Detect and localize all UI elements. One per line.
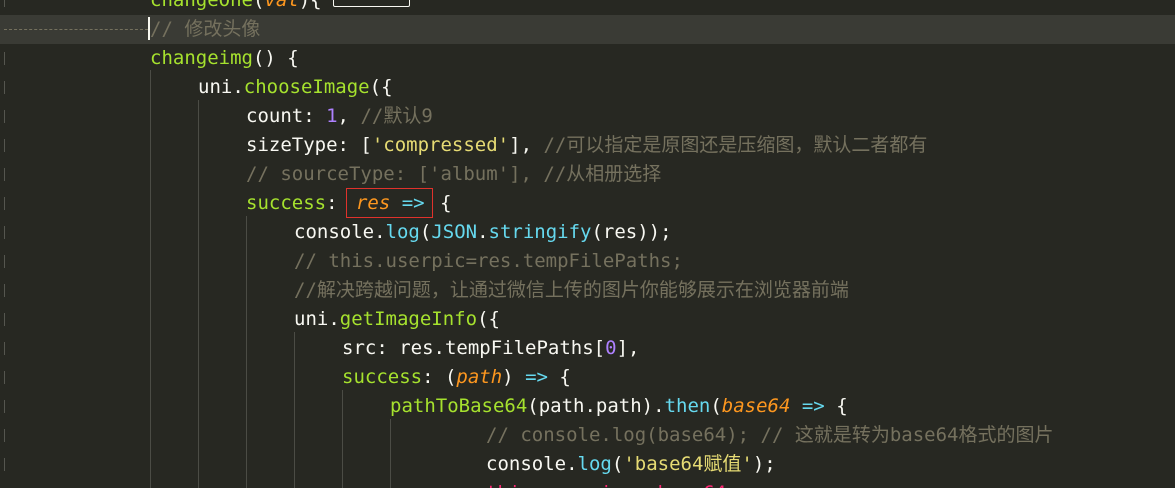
gutter-marker: [4, 0, 5, 7]
line-content: src: res.tempFilePaths[0],: [342, 337, 640, 359]
gutter-marker: [4, 371, 5, 384]
line-content: pathToBase64(path.path).then(base64 => {: [390, 395, 848, 417]
code-line[interactable]: // this.userpic=res.tempFilePaths;: [0, 247, 1175, 276]
code-line[interactable]: this.userpic = base64;: [0, 479, 1175, 488]
code-line[interactable]: uni.getImageInfo({: [0, 305, 1175, 334]
fold-indicator-line: [4, 29, 148, 31]
comment-text: // console.log(base64); // 这就是转为base64格式…: [486, 424, 1054, 446]
code-line[interactable]: count: 1, //默认9: [0, 102, 1175, 131]
gutter-marker: [4, 139, 5, 152]
comment-text: // this.userpic=res.tempFilePaths;: [294, 250, 683, 272]
code-line[interactable]: pathToBase64(path.path).then(base64 => {: [0, 392, 1175, 421]
gutter-marker: [4, 197, 5, 210]
gutter-marker: [4, 81, 5, 94]
line-content: sizeType: ['compressed'], //可以指定是原图还是压缩图…: [246, 134, 928, 156]
code-line[interactable]: success: res => {: [0, 188, 1175, 218]
line-content: success: res => {: [246, 188, 452, 218]
gutter-marker: [4, 110, 5, 123]
code-line-current[interactable]: // 修改头像: [0, 15, 1175, 44]
highlighted-arrow-param[interactable]: res =>: [345, 188, 433, 218]
gutter-marker: [4, 226, 5, 239]
comment-text: //解决跨越问题，让通过微信上传的图片你能够展示在浏览器前端: [294, 279, 849, 301]
code-line[interactable]: // sourceType: ['album'], //从相册选择: [0, 160, 1175, 189]
code-line[interactable]: sizeType: ['compressed'], //可以指定是原图还是压缩图…: [0, 131, 1175, 160]
line-content: uni.chooseImage({: [198, 76, 393, 98]
code-line[interactable]: console.log('base64赋值');: [0, 450, 1175, 479]
code-line[interactable]: //解决跨越问题，让通过微信上传的图片你能够展示在浏览器前端: [0, 276, 1175, 305]
code-line[interactable]: src: res.tempFilePaths[0],: [0, 334, 1175, 363]
line-content: success: (path) => {: [342, 366, 571, 388]
code-line[interactable]: success: (path) => {: [0, 363, 1175, 392]
gutter-marker: [4, 52, 5, 65]
code-line[interactable]: // console.log(base64); // 这就是转为base64格式…: [0, 421, 1175, 450]
comment-text: // 修改头像: [150, 18, 261, 40]
text-cursor: [148, 17, 150, 40]
gutter-marker: [4, 255, 5, 268]
line-content: console.log(JSON.stringify(res));: [294, 221, 672, 243]
gutter-marker: [4, 342, 5, 355]
line-content: uni.getImageInfo({: [294, 308, 500, 330]
gutter-marker: [4, 400, 5, 413]
line-content: this.userpic = base64;: [486, 479, 738, 488]
gutter-marker: [4, 429, 5, 442]
gutter-marker: [4, 284, 5, 297]
code-editor[interactable]: changeOne(val){ ... // 修改头像 changeimg() …: [0, 0, 1175, 488]
line-content: changeimg() {: [150, 47, 299, 69]
code-line[interactable]: changeOne(val){ ...: [0, 0, 1175, 15]
gutter-marker: [4, 168, 5, 181]
code-line[interactable]: console.log(JSON.stringify(res));: [0, 218, 1175, 247]
line-content: changeOne(val){ ...: [150, 0, 410, 15]
line-content: count: 1, //默认9: [246, 105, 433, 127]
gutter-marker: [4, 313, 5, 326]
line-content: console.log('base64赋值');: [486, 453, 776, 475]
code-line[interactable]: changeimg() {: [0, 44, 1175, 73]
code-line[interactable]: uni.chooseImage({: [0, 73, 1175, 102]
gutter-marker: [4, 458, 5, 471]
fold-placeholder-button[interactable]: ...: [333, 0, 410, 7]
comment-text: // sourceType: ['album'], //从相册选择: [246, 163, 662, 185]
